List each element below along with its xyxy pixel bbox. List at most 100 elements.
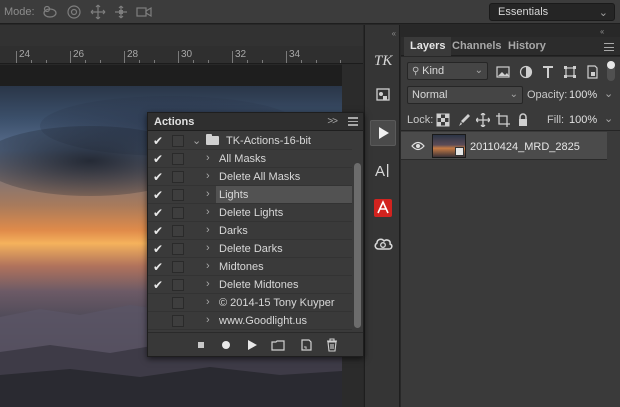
- action-item-label: © 2014-15 Tony Kuyper: [219, 297, 335, 309]
- collapse-panel-icon[interactable]: >>: [327, 116, 338, 127]
- tab-layers[interactable]: Layers: [404, 37, 452, 56]
- action-item-row[interactable]: › www.Goodlight.us: [148, 312, 352, 330]
- new-action-icon[interactable]: [299, 338, 313, 352]
- dialog-toggle[interactable]: [172, 207, 184, 219]
- horizontal-ruler: 24 26 28 30 32 34: [0, 46, 363, 64]
- panel-menu-icon[interactable]: [348, 117, 358, 126]
- pan-3d-icon[interactable]: [90, 4, 106, 20]
- action-item-row[interactable]: ✔ › Lights: [148, 186, 352, 204]
- chevron-right-icon[interactable]: ›: [206, 152, 210, 164]
- dialog-toggle[interactable]: [172, 135, 184, 147]
- collapse-icon[interactable]: ‹‹: [600, 27, 604, 36]
- dialog-toggle[interactable]: [172, 225, 184, 237]
- info-panel-icon[interactable]: [370, 83, 396, 109]
- action-item-row[interactable]: ✔ › Delete Midtones: [148, 276, 352, 294]
- shape-filter-icon[interactable]: [563, 65, 577, 79]
- lock-pixels-icon[interactable]: [436, 113, 450, 127]
- action-item-label: Darks: [219, 225, 248, 237]
- chevron-right-icon[interactable]: ›: [206, 278, 210, 290]
- dialog-toggle[interactable]: [172, 189, 184, 201]
- action-item-row[interactable]: ✔ › Midtones: [148, 258, 352, 276]
- extension-icon[interactable]: [370, 195, 396, 221]
- smart-object-filter-icon[interactable]: [585, 65, 599, 79]
- tab-channels[interactable]: Channels: [446, 37, 508, 56]
- checkmark-icon[interactable]: ✔: [153, 170, 167, 184]
- panel-tabs: Layers Channels History: [401, 37, 620, 56]
- ruler-label: 26: [73, 49, 85, 60]
- actions-list[interactable]: ✔ ⌄ TK-Actions-16-bit ✔ › All Masks ✔ › Delet…: [148, 132, 352, 333]
- slide-3d-icon[interactable]: [113, 4, 129, 20]
- lock-artboard-icon[interactable]: [496, 113, 510, 127]
- dialog-toggle[interactable]: [172, 297, 184, 309]
- lock-paint-icon[interactable]: [457, 113, 471, 127]
- checkmark-icon[interactable]: ✔: [153, 134, 167, 148]
- tk-panel-icon[interactable]: TK: [370, 47, 396, 73]
- chevron-right-icon[interactable]: ›: [206, 296, 210, 308]
- chevron-right-icon[interactable]: ›: [206, 314, 210, 326]
- video-camera-icon[interactable]: [136, 4, 152, 20]
- actions-play-icon[interactable]: [370, 120, 396, 146]
- dialog-toggle[interactable]: [172, 171, 184, 183]
- character-panel-icon[interactable]: A: [370, 158, 396, 184]
- chevron-right-icon[interactable]: ›: [206, 224, 210, 236]
- dialog-toggle[interactable]: [172, 315, 184, 327]
- creative-cloud-icon[interactable]: [370, 233, 396, 259]
- chevron-right-icon[interactable]: ›: [206, 206, 210, 218]
- action-item-row[interactable]: ✔ › Darks: [148, 222, 352, 240]
- action-item-row[interactable]: ✔ › Delete All Masks: [148, 168, 352, 186]
- chevron-right-icon[interactable]: ›: [206, 242, 210, 254]
- adjustment-filter-icon[interactable]: [519, 65, 533, 79]
- checkmark-icon[interactable]: ✔: [153, 242, 167, 256]
- filter-toggle[interactable]: [607, 61, 615, 81]
- panel-menu-icon[interactable]: [604, 43, 614, 51]
- chevron-down-icon[interactable]: ⌄: [604, 112, 613, 125]
- scrollbar[interactable]: [354, 163, 361, 328]
- opacity-label: Opacity:: [527, 89, 568, 101]
- eye-icon[interactable]: [411, 141, 425, 151]
- fill-value[interactable]: 100%: [569, 114, 597, 126]
- new-set-icon[interactable]: [271, 338, 285, 352]
- dialog-toggle[interactable]: [172, 153, 184, 165]
- layer-thumbnail[interactable]: [432, 134, 466, 158]
- chevron-down-icon[interactable]: ⌄: [192, 134, 201, 147]
- record-icon[interactable]: [219, 338, 233, 352]
- checkmark-icon[interactable]: ✔: [153, 152, 167, 166]
- chevron-right-icon[interactable]: ›: [206, 188, 210, 200]
- roll-3d-icon[interactable]: [66, 4, 82, 20]
- ruler-tick: [16, 51, 17, 63]
- checkmark-icon[interactable]: ✔: [153, 206, 167, 220]
- action-item-row[interactable]: › © 2014-15 Tony Kuyper: [148, 294, 352, 312]
- lock-position-icon[interactable]: [476, 113, 490, 127]
- pixel-filter-icon[interactable]: [496, 65, 510, 79]
- actions-panel-header[interactable]: Actions >>: [148, 113, 363, 131]
- panel-icon-strip: ‹‹ TK A: [364, 25, 400, 407]
- filter-kind-select[interactable]: ⚲ Kind ⌄: [407, 62, 488, 80]
- chevron-down-icon[interactable]: ⌄: [604, 87, 613, 100]
- checkmark-icon[interactable]: ✔: [153, 224, 167, 238]
- checkmark-icon[interactable]: ✔: [153, 260, 167, 274]
- options-bar: Mode: Essentials ⌄: [0, 0, 620, 24]
- stop-icon[interactable]: [194, 338, 208, 352]
- action-set-row[interactable]: ✔ ⌄ TK-Actions-16-bit: [148, 132, 352, 150]
- dialog-toggle[interactable]: [172, 243, 184, 255]
- tab-history[interactable]: History: [502, 37, 552, 56]
- workspace-select[interactable]: Essentials ⌄: [489, 3, 615, 21]
- play-icon[interactable]: [245, 338, 259, 352]
- layer-name[interactable]: 20110424_MRD_2825: [470, 141, 580, 153]
- blend-mode-select[interactable]: Normal ⌄: [407, 86, 523, 104]
- action-item-row[interactable]: ✔ › All Masks: [148, 150, 352, 168]
- delete-icon[interactable]: [325, 338, 339, 352]
- collapse-icon[interactable]: ‹‹: [392, 29, 396, 38]
- action-item-row[interactable]: ✔ › Delete Darks: [148, 240, 352, 258]
- checkmark-icon[interactable]: ✔: [153, 188, 167, 202]
- type-filter-icon[interactable]: [541, 65, 555, 79]
- orbit-3d-icon[interactable]: [42, 4, 58, 20]
- chevron-right-icon[interactable]: ›: [206, 170, 210, 182]
- chevron-right-icon[interactable]: ›: [206, 260, 210, 272]
- opacity-value[interactable]: 100%: [569, 89, 597, 101]
- checkmark-icon[interactable]: ✔: [153, 278, 167, 292]
- dialog-toggle[interactable]: [172, 279, 184, 291]
- lock-all-icon[interactable]: [516, 113, 530, 127]
- dialog-toggle[interactable]: [172, 261, 184, 273]
- action-item-row[interactable]: ✔ › Delete Lights: [148, 204, 352, 222]
